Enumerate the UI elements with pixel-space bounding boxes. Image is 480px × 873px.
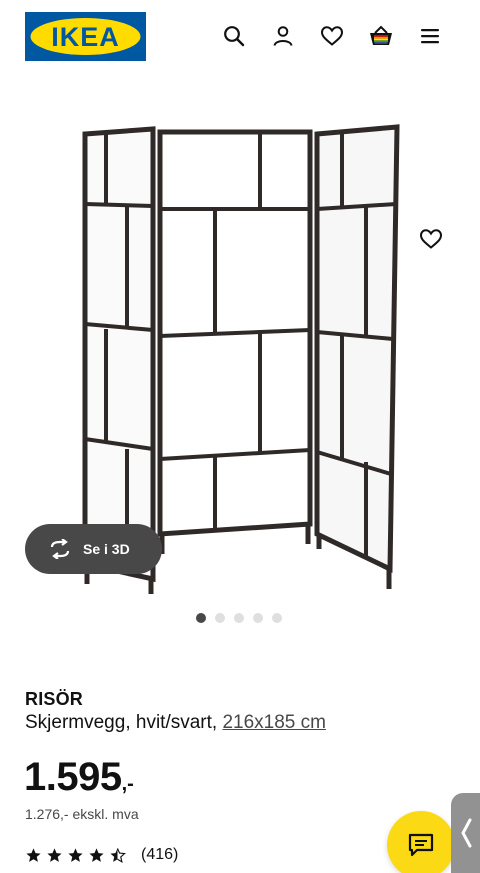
star-half-icon — [110, 847, 126, 863]
view-in-3d-label: Se i 3D — [83, 541, 130, 557]
pagination-dot[interactable] — [196, 613, 206, 623]
add-to-favourites-button[interactable] — [414, 222, 448, 256]
chat-button[interactable] — [387, 811, 455, 873]
product-price: 1.595 ,- — [24, 756, 134, 798]
star-full-icon — [47, 847, 62, 862]
product-measurement-link[interactable]: 216x185 cm — [222, 712, 326, 733]
star-full-icon — [26, 847, 41, 862]
basket-icon[interactable] — [365, 20, 397, 52]
product-rating[interactable]: (416) — [25, 846, 178, 864]
ikea-logo-mark: IKEA — [30, 18, 141, 55]
chevron-left-icon — [460, 818, 471, 848]
star-full-icon — [68, 847, 83, 862]
gallery-pagination — [196, 613, 282, 623]
chat-icon — [408, 833, 434, 857]
star-full-icon — [89, 847, 104, 862]
product-description: Skjermvegg, hvit/svart, 216x185 cm — [25, 712, 326, 734]
pagination-dot[interactable] — [234, 613, 244, 623]
search-icon[interactable] — [218, 20, 250, 52]
pagination-dot[interactable] — [253, 613, 263, 623]
product-type: Skjermvegg, hvit/svart, — [25, 712, 218, 733]
ikea-logo[interactable]: IKEA — [25, 12, 146, 61]
product-name: RISÖR — [25, 689, 84, 709]
heart-icon — [419, 229, 443, 249]
price-suffix: ,- — [121, 773, 134, 795]
pagination-dot[interactable] — [215, 613, 225, 623]
price-amount: 1.595 — [24, 755, 122, 799]
user-icon[interactable] — [267, 20, 299, 52]
side-drawer-tab[interactable] — [451, 793, 480, 873]
right-panel — [314, 124, 400, 589]
rotate-3d-icon — [50, 539, 70, 559]
view-in-3d-button[interactable]: Se i 3D — [25, 524, 162, 574]
middle-panel — [157, 129, 313, 554]
site-header: IKEA — [0, 0, 480, 72]
price-ex-vat: 1.276,- ekskl. mva — [25, 806, 139, 822]
svg-text:IKEA: IKEA — [51, 22, 120, 52]
rating-stars — [25, 847, 126, 864]
menu-icon[interactable] — [414, 20, 446, 52]
review-count: (416) — [141, 846, 179, 863]
heart-icon[interactable] — [316, 20, 348, 52]
pagination-dot[interactable] — [272, 613, 282, 623]
